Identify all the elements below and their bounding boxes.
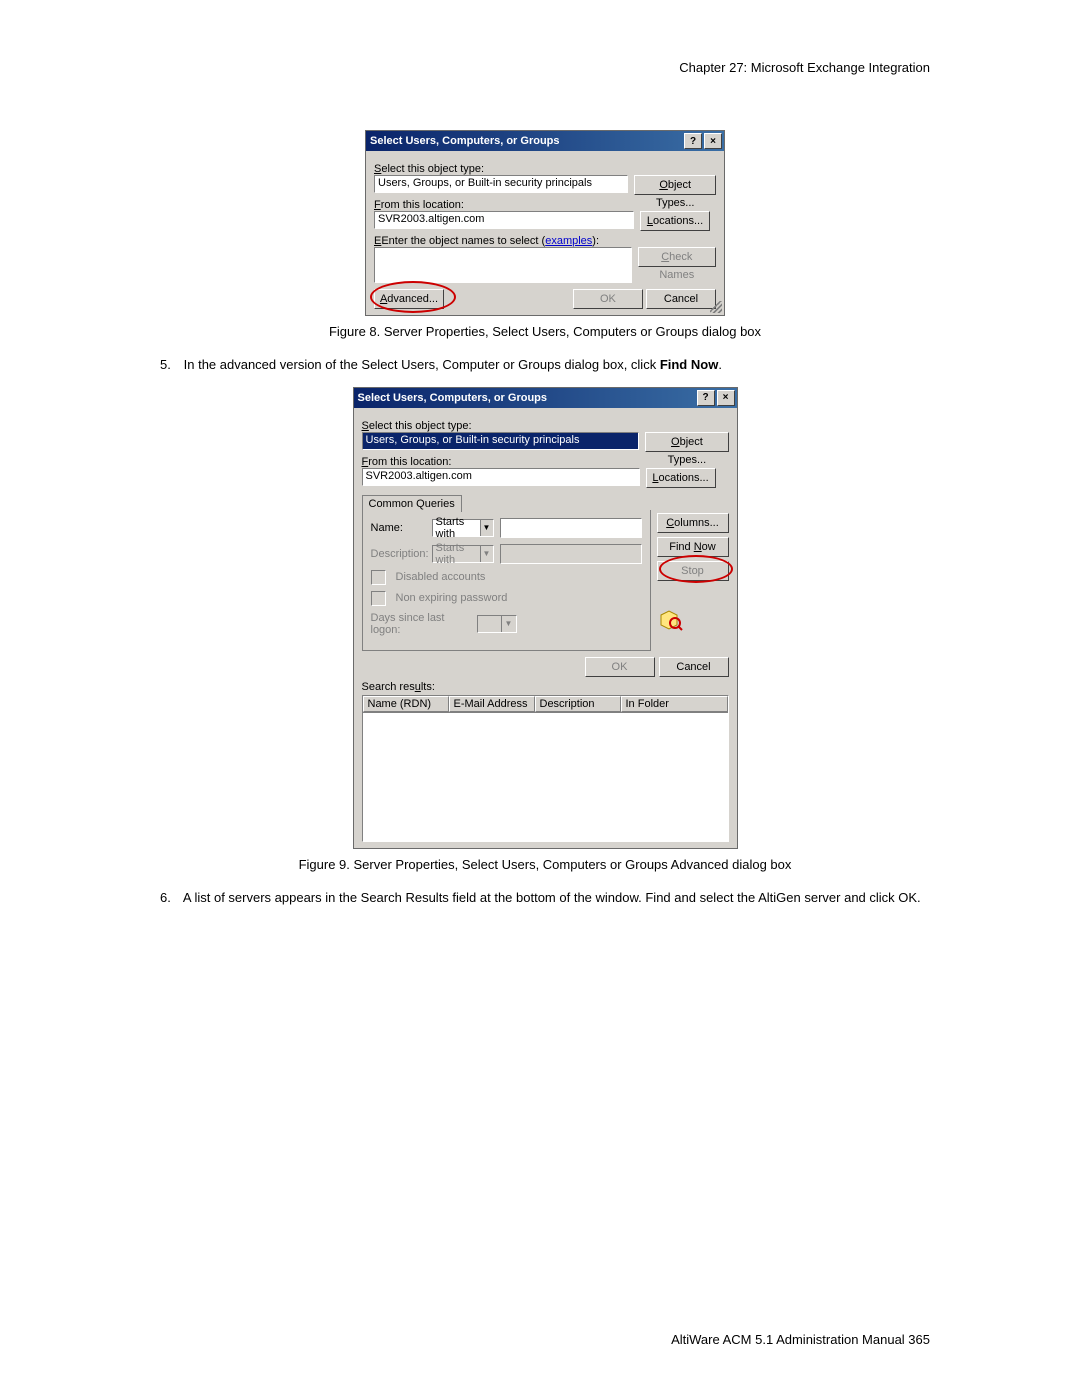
step-5-bold: Find Now — [660, 357, 719, 372]
name-combo[interactable]: Starts with▼ — [432, 519, 494, 537]
object-types-button[interactable]: Object Types... — [645, 432, 728, 452]
location-input[interactable]: SVR2003.altigen.com — [362, 468, 640, 486]
step-5-text-b: . — [718, 357, 722, 372]
days-since-combo: ▼ — [477, 615, 517, 633]
names-label-b: ): — [592, 235, 599, 247]
select-users-dialog-advanced: Select Users, Computers, or Groups ? × S… — [353, 387, 738, 849]
description-input — [500, 544, 642, 564]
col-description[interactable]: Description — [535, 696, 621, 712]
close-icon[interactable]: × — [717, 390, 735, 406]
col-folder[interactable]: In Folder — [621, 696, 728, 712]
names-label-a: Enter the object names to select ( — [381, 235, 545, 247]
columns-button[interactable]: Columns... — [657, 513, 729, 533]
ok-button[interactable]: OK — [585, 657, 655, 677]
check-names-button[interactable]: Check Names — [638, 247, 716, 267]
chevron-down-icon: ▼ — [501, 616, 516, 632]
name-input[interactable] — [500, 518, 642, 538]
column-headers: Name (RDN) E-Mail Address Description In… — [363, 696, 728, 713]
object-type-input[interactable]: Users, Groups, or Built-in security prin… — [362, 432, 640, 450]
description-label: Description: — [371, 548, 426, 560]
step-5-text-a: In the advanced version of the Select Us… — [184, 357, 660, 372]
non-expiring-label: Non expiring password — [396, 592, 508, 604]
titlebar: Select Users, Computers, or Groups ? × — [354, 388, 737, 408]
object-names-input[interactable] — [374, 247, 632, 283]
titlebar: Select Users, Computers, or Groups ? × — [366, 131, 724, 151]
directory-icon — [657, 607, 683, 633]
locations-button[interactable]: Locations... — [646, 468, 716, 488]
examples-link[interactable]: examples — [545, 235, 592, 247]
non-expiring-checkbox — [371, 591, 386, 606]
select-users-dialog-basic: Select Users, Computers, or Groups ? × S… — [365, 130, 725, 316]
disabled-accounts-label: Disabled accounts — [396, 571, 486, 583]
name-label: Name: — [371, 522, 426, 534]
col-email[interactable]: E-Mail Address — [449, 696, 535, 712]
step-6-num: 6. — [160, 888, 180, 908]
dialog-title: Select Users, Computers, or Groups — [370, 135, 560, 147]
search-results-list[interactable]: Name (RDN) E-Mail Address Description In… — [362, 695, 729, 842]
search-results-label: Search results: — [362, 681, 729, 693]
object-type-input[interactable]: Users, Groups, or Built-in security prin… — [374, 175, 628, 193]
figure-8-caption: Figure 8. Server Properties, Select User… — [160, 324, 930, 339]
object-types-button[interactable]: Object Types... — [634, 175, 716, 195]
cancel-button[interactable]: Cancel — [646, 289, 716, 309]
ok-button[interactable]: OK — [573, 289, 643, 309]
figure-9-caption: Figure 9. Server Properties, Select User… — [160, 857, 930, 872]
locations-button[interactable]: Locations... — [640, 211, 710, 231]
dialog-title: Select Users, Computers, or Groups — [358, 392, 548, 404]
chevron-down-icon: ▼ — [480, 546, 493, 562]
tab-common-queries[interactable]: Common Queries — [362, 495, 462, 512]
days-since-label: Days since last logon: — [371, 612, 471, 636]
find-now-button[interactable]: Find Now — [657, 537, 729, 557]
object-type-label: Select this object type: — [374, 163, 716, 175]
step-6: 6. A list of servers appears in the Sear… — [160, 888, 930, 908]
cancel-button[interactable]: Cancel — [659, 657, 729, 677]
stop-button[interactable]: Stop — [657, 561, 729, 581]
resize-grip-icon — [710, 301, 722, 313]
col-name[interactable]: Name (RDN) — [363, 696, 449, 712]
close-icon[interactable]: × — [704, 133, 722, 149]
names-label: EEnter the object names to select (examp… — [374, 235, 716, 247]
step-6-text: A list of servers appears in the Search … — [183, 890, 921, 905]
location-input[interactable]: SVR2003.altigen.com — [374, 211, 634, 229]
help-icon[interactable]: ? — [684, 133, 702, 149]
page-header: Chapter 27: Microsoft Exchange Integrati… — [160, 60, 930, 75]
disabled-accounts-checkbox — [371, 570, 386, 585]
object-type-label: Select this object type: — [362, 420, 729, 432]
page-footer: AltiWare ACM 5.1 Administration Manual 3… — [671, 1332, 930, 1347]
description-combo: Starts with▼ — [432, 545, 494, 563]
chevron-down-icon: ▼ — [480, 520, 493, 536]
help-icon[interactable]: ? — [697, 390, 715, 406]
advanced-button[interactable]: Advanced... — [374, 289, 444, 309]
step-5: 5. In the advanced version of the Select… — [160, 355, 930, 375]
step-5-num: 5. — [160, 355, 180, 375]
